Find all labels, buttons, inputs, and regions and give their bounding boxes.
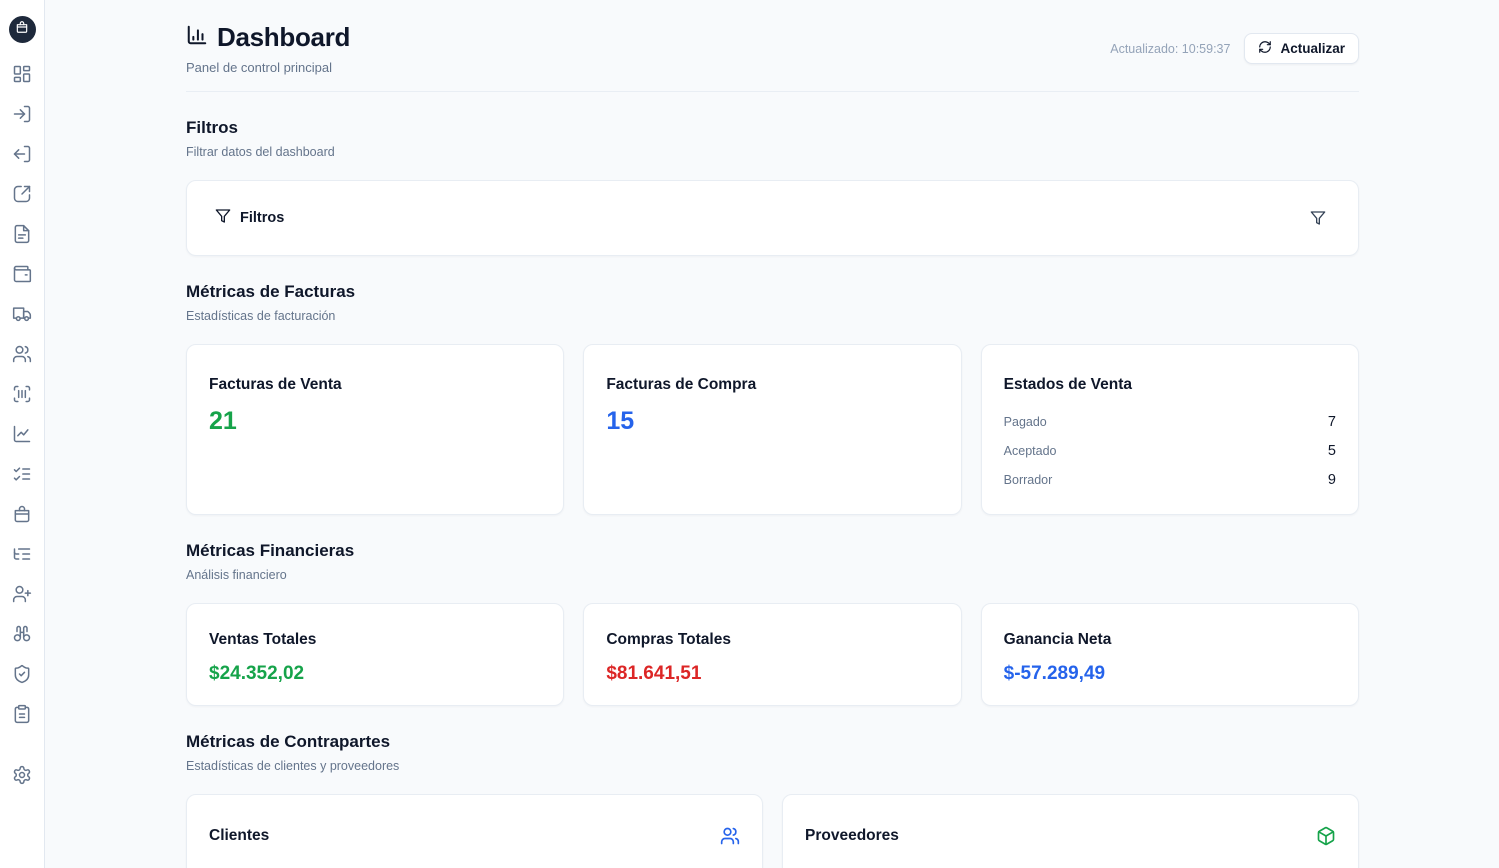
log-out-icon[interactable] [12, 144, 32, 164]
file-text-icon[interactable] [12, 224, 32, 244]
invoice-metrics-subheading: Estadísticas de facturación [186, 309, 1359, 323]
shopping-bag-icon[interactable] [12, 504, 32, 524]
shield-check-icon[interactable] [12, 664, 32, 684]
net-profit-card: Ganancia Neta $-57.289,49 [981, 603, 1359, 706]
financial-metrics-heading: Métricas Financieras [186, 541, 1359, 561]
counterparty-metrics-heading: Métricas de Contrapartes [186, 732, 1359, 752]
shopping-bag-icon [15, 20, 29, 39]
filters-section: Filtros Filtrar datos del dashboard Filt… [186, 118, 1359, 256]
card-title: Ventas Totales [209, 631, 541, 649]
filters-subheading: Filtrar datos del dashboard [186, 145, 1359, 159]
funnel-icon [1310, 210, 1326, 226]
truck-icon[interactable] [12, 304, 32, 324]
users-icon [720, 826, 740, 846]
sidebar-nav [12, 64, 32, 724]
refresh-button[interactable]: Actualizar [1244, 33, 1359, 64]
package-icon [1316, 826, 1336, 846]
invoice-metrics-heading: Métricas de Facturas [186, 282, 1359, 302]
status-row-borrador: Borrador 9 [1004, 465, 1336, 494]
card-title: Ganancia Neta [1004, 631, 1336, 649]
list-checks-icon[interactable] [12, 464, 32, 484]
status-value: 7 [1328, 414, 1336, 430]
total-purchases-value: $81.641,51 [606, 663, 938, 685]
total-sales-value: $24.352,02 [209, 663, 541, 685]
counterparty-metrics-subheading: Estadísticas de clientes y proveedores [186, 759, 1359, 773]
financial-metrics-subheading: Análisis financiero [186, 568, 1359, 582]
updated-timestamp: Actualizado: 10:59:37 [1110, 42, 1230, 56]
status-row-pagado: Pagado 7 [1004, 407, 1336, 436]
arrow-up-right-square-icon[interactable] [12, 184, 32, 204]
status-value: 9 [1328, 472, 1336, 488]
card-title: Proveedores [805, 827, 899, 845]
sales-status-card: Estados de Venta Pagado 7 Aceptado 5 Bor… [981, 344, 1359, 515]
layout-dashboard-icon[interactable] [12, 64, 32, 84]
refresh-icon [1258, 40, 1272, 57]
filter-toggle-button[interactable] [1306, 206, 1330, 230]
refresh-button-label: Actualizar [1280, 41, 1345, 56]
user-plus-icon[interactable] [12, 584, 32, 604]
page-title: Dashboard [217, 22, 350, 53]
card-title: Compras Totales [606, 631, 938, 649]
card-title: Estados de Venta [1004, 376, 1336, 394]
status-label: Aceptado [1004, 444, 1057, 458]
card-title: Clientes [209, 827, 269, 845]
wallet-icon[interactable] [12, 264, 32, 284]
main-content: Dashboard Panel de control principal Act… [45, 0, 1499, 868]
funnel-icon [215, 208, 231, 229]
status-label: Pagado [1004, 415, 1047, 429]
app-logo[interactable] [9, 16, 36, 43]
list-tree-icon[interactable] [12, 544, 32, 564]
chart-column-icon [186, 24, 208, 51]
binoculars-icon[interactable] [12, 624, 32, 644]
filters-heading: Filtros [186, 118, 1359, 138]
settings-icon[interactable] [12, 765, 32, 785]
clients-card: Clientes 10 Top Clientes [186, 794, 763, 868]
filters-card-label: Filtros [240, 210, 284, 226]
sidebar [0, 0, 45, 868]
purchase-invoices-count: 15 [606, 407, 938, 436]
net-profit-value: $-57.289,49 [1004, 663, 1336, 685]
status-label: Borrador [1004, 473, 1053, 487]
status-value: 5 [1328, 443, 1336, 459]
filters-card: Filtros [186, 180, 1359, 256]
page-header: Dashboard Panel de control principal Act… [186, 0, 1359, 92]
purchase-invoices-card: Facturas de Compra 15 [583, 344, 961, 515]
counterparty-metrics-section: Métricas de Contrapartes Estadísticas de… [186, 732, 1359, 868]
suppliers-card: Proveedores 10 Top Productos Cable USB 3… [782, 794, 1359, 868]
log-in-icon[interactable] [12, 104, 32, 124]
clipboard-list-icon[interactable] [12, 704, 32, 724]
total-purchases-card: Compras Totales $81.641,51 [583, 603, 961, 706]
users-icon[interactable] [12, 344, 32, 364]
scan-barcode-icon[interactable] [12, 384, 32, 404]
sales-invoices-count: 21 [209, 407, 541, 436]
invoice-metrics-section: Métricas de Facturas Estadísticas de fac… [186, 282, 1359, 515]
status-row-aceptado: Aceptado 5 [1004, 436, 1336, 465]
total-sales-card: Ventas Totales $24.352,02 [186, 603, 564, 706]
financial-metrics-section: Métricas Financieras Análisis financiero… [186, 541, 1359, 706]
page-subtitle: Panel de control principal [186, 60, 350, 75]
card-title: Facturas de Compra [606, 376, 938, 394]
sales-invoices-card: Facturas de Venta 21 [186, 344, 564, 515]
chart-line-icon[interactable] [12, 424, 32, 444]
card-title: Facturas de Venta [209, 376, 541, 394]
